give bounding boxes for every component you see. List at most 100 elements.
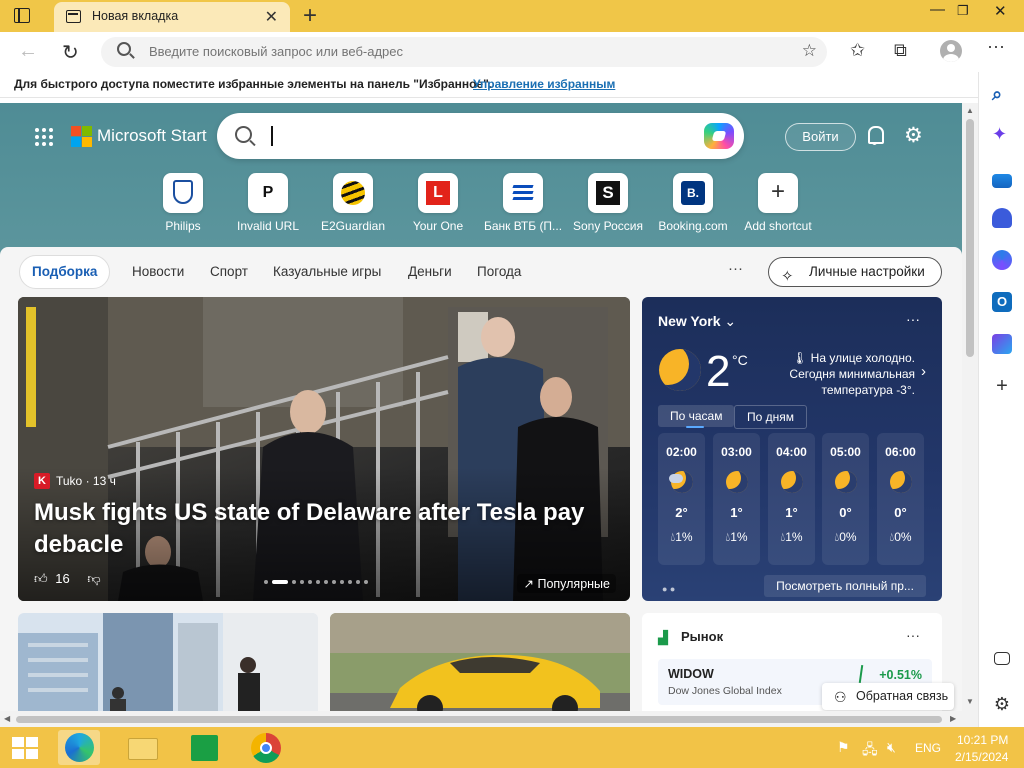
clock-date[interactable]: 2/15/2024	[955, 750, 1008, 764]
shortcut-e2guardian[interactable]: E2Guardian	[311, 173, 395, 233]
hero-article-card[interactable]: K Tuko · 13 ч Musk fights US state of De…	[18, 297, 630, 601]
current-temperature: 2	[706, 347, 731, 396]
start-button[interactable]	[12, 737, 39, 759]
vertical-scrollbar[interactable]: ▲ ▼	[962, 103, 978, 711]
close-tab-icon[interactable]: ✕	[265, 7, 278, 27]
copilot-icon[interactable]	[704, 123, 734, 149]
temperature-unit[interactable]: °C	[732, 352, 748, 368]
designer-icon[interactable]	[992, 334, 1012, 354]
add-favorite-icon[interactable]: ☆	[802, 41, 817, 61]
scroll-thumb[interactable]	[966, 119, 974, 357]
tools-icon[interactable]	[992, 174, 1012, 188]
new-tab-button[interactable]: +	[303, 2, 317, 30]
copilot-sparkle-icon[interactable]: ✦	[992, 124, 1012, 144]
moon-icon	[725, 471, 748, 493]
taskbar-store[interactable]	[183, 730, 225, 765]
scroll-down-icon[interactable]: ▼	[966, 697, 974, 706]
article-title[interactable]: Musk fights US state of Delaware after T…	[34, 497, 594, 561]
horizontal-scrollbar[interactable]: ◀ ▶	[0, 711, 978, 727]
article-card[interactable]	[330, 613, 630, 711]
scroll-left-icon[interactable]: ◀	[4, 714, 10, 723]
people-icon[interactable]	[992, 208, 1012, 228]
minimize-button[interactable]: —	[930, 1, 945, 18]
carousel-dots[interactable]	[264, 577, 368, 587]
add-sidebar-app-icon[interactable]: +	[992, 376, 1012, 397]
shortcut-your-one[interactable]: L Your One	[396, 173, 480, 233]
weather-card[interactable]: New York ⌄ ··· 2 °C 🌡︎ На улице холодно.…	[642, 297, 942, 601]
shortcut-vtb[interactable]: Банк ВТБ (П...	[481, 173, 565, 233]
tab-title: Новая вкладка	[92, 9, 179, 23]
tab-podborka[interactable]: Подборка	[19, 255, 111, 289]
settings-more-icon[interactable]: ···	[987, 36, 1005, 57]
scroll-right-icon[interactable]: ▶	[950, 714, 956, 723]
address-bar[interactable]: ☆	[101, 37, 827, 67]
tab-news[interactable]: Новости	[132, 264, 184, 279]
shortcut-sony[interactable]: S Sony Россия	[566, 173, 650, 233]
restore-button[interactable]: ❐	[957, 3, 969, 19]
hide-sidebar-icon[interactable]	[994, 652, 1010, 665]
full-forecast-button[interactable]: Посмотреть полный пр...	[764, 575, 926, 597]
clock-time[interactable]: 10:21 PM	[957, 733, 1008, 747]
apps-grid-icon[interactable]	[35, 128, 53, 146]
search-icon	[235, 126, 252, 143]
shortcut-add[interactable]: + Add shortcut	[736, 173, 820, 233]
login-button[interactable]: Войти	[785, 123, 856, 151]
chevron-down-icon: ⌄	[724, 313, 737, 329]
tab-daily[interactable]: По дням	[734, 405, 808, 429]
taskbar: ⚑ 🖧︎ 🔇︎ ENG 10:21 PM 2/15/2024	[0, 727, 1024, 768]
collections-icon[interactable]: ⧉	[894, 40, 907, 61]
manage-favorites-link[interactable]: Управление избранным	[473, 77, 615, 91]
feedback-icon: ⚇	[834, 689, 847, 705]
shortcut-philips[interactable]: Philips	[141, 173, 225, 233]
profile-avatar[interactable]	[940, 40, 962, 62]
taskbar-explorer[interactable]	[122, 730, 164, 765]
tab-hourly[interactable]: По часам	[658, 405, 735, 428]
taskbar-chrome[interactable]	[245, 730, 287, 765]
thumbs-down-icon[interactable]: 👎︎	[87, 571, 100, 586]
article-source: K Tuko · 13 ч	[34, 473, 116, 489]
tab-weather[interactable]: Погода	[477, 264, 521, 279]
tab-money[interactable]: Деньги	[408, 264, 452, 279]
market-more-icon[interactable]: ···	[906, 627, 920, 643]
edge-sidebar: ⌕ ✦ O + ⚙	[978, 72, 1024, 727]
tab-new-tab[interactable]: Новая вкладка ✕	[54, 2, 290, 32]
close-window-button[interactable]: ✕	[994, 2, 1007, 20]
new-tab-page-icon	[66, 10, 81, 23]
refresh-button[interactable]: ↻	[62, 40, 79, 65]
chevron-right-icon[interactable]: ›	[921, 363, 926, 380]
moon-icon	[889, 471, 912, 493]
weather-location[interactable]: New York ⌄	[658, 313, 736, 330]
scroll-up-icon[interactable]: ▲	[966, 106, 974, 115]
network-icon[interactable]: 🖧︎	[862, 739, 878, 763]
tab-sport[interactable]: Спорт	[210, 264, 248, 279]
shortcut-booking[interactable]: B. Booking.com	[651, 173, 735, 233]
back-button[interactable]: ←	[18, 40, 38, 63]
notifications-bell-icon[interactable]	[866, 125, 884, 145]
language-indicator[interactable]: ENG	[915, 741, 941, 755]
title-bar: Новая вкладка ✕ + — ❐ ✕	[0, 0, 1024, 32]
tab-casual-games[interactable]: Казуальные игры	[273, 264, 381, 279]
personalize-button[interactable]: ✧ Личные настройки	[768, 257, 942, 287]
feed-more-icon[interactable]: ···	[728, 260, 743, 277]
favorites-icon[interactable]: ✩	[850, 40, 865, 61]
flag-icon[interactable]: ⚑	[837, 739, 850, 756]
address-input[interactable]	[149, 44, 749, 59]
feedback-button[interactable]: ⚇ Обратная связь	[822, 683, 954, 710]
article-card[interactable]	[18, 613, 318, 711]
shortcut-invalid-url[interactable]: P Invalid URL	[226, 173, 310, 233]
taskbar-edge[interactable]	[58, 730, 100, 765]
tab-actions-icon[interactable]	[14, 8, 30, 23]
scroll-thumb[interactable]	[16, 716, 942, 723]
sidebar-settings-icon[interactable]: ⚙	[992, 694, 1012, 714]
volume-muted-icon[interactable]: 🔇︎	[887, 739, 896, 756]
weather-page-dots[interactable]: ● ●	[662, 584, 675, 594]
gear-icon[interactable]: ⚙	[904, 123, 923, 148]
moon-icon	[659, 349, 701, 391]
office-icon[interactable]	[992, 250, 1012, 270]
folder-icon	[128, 738, 158, 760]
like-button[interactable]: 👍︎ 16 👎︎	[34, 571, 101, 587]
weather-more-icon[interactable]: ···	[906, 311, 920, 327]
web-search-box[interactable]	[217, 113, 744, 159]
search-icon[interactable]: ⌕	[992, 84, 1012, 104]
outlook-icon[interactable]: O	[992, 292, 1012, 312]
